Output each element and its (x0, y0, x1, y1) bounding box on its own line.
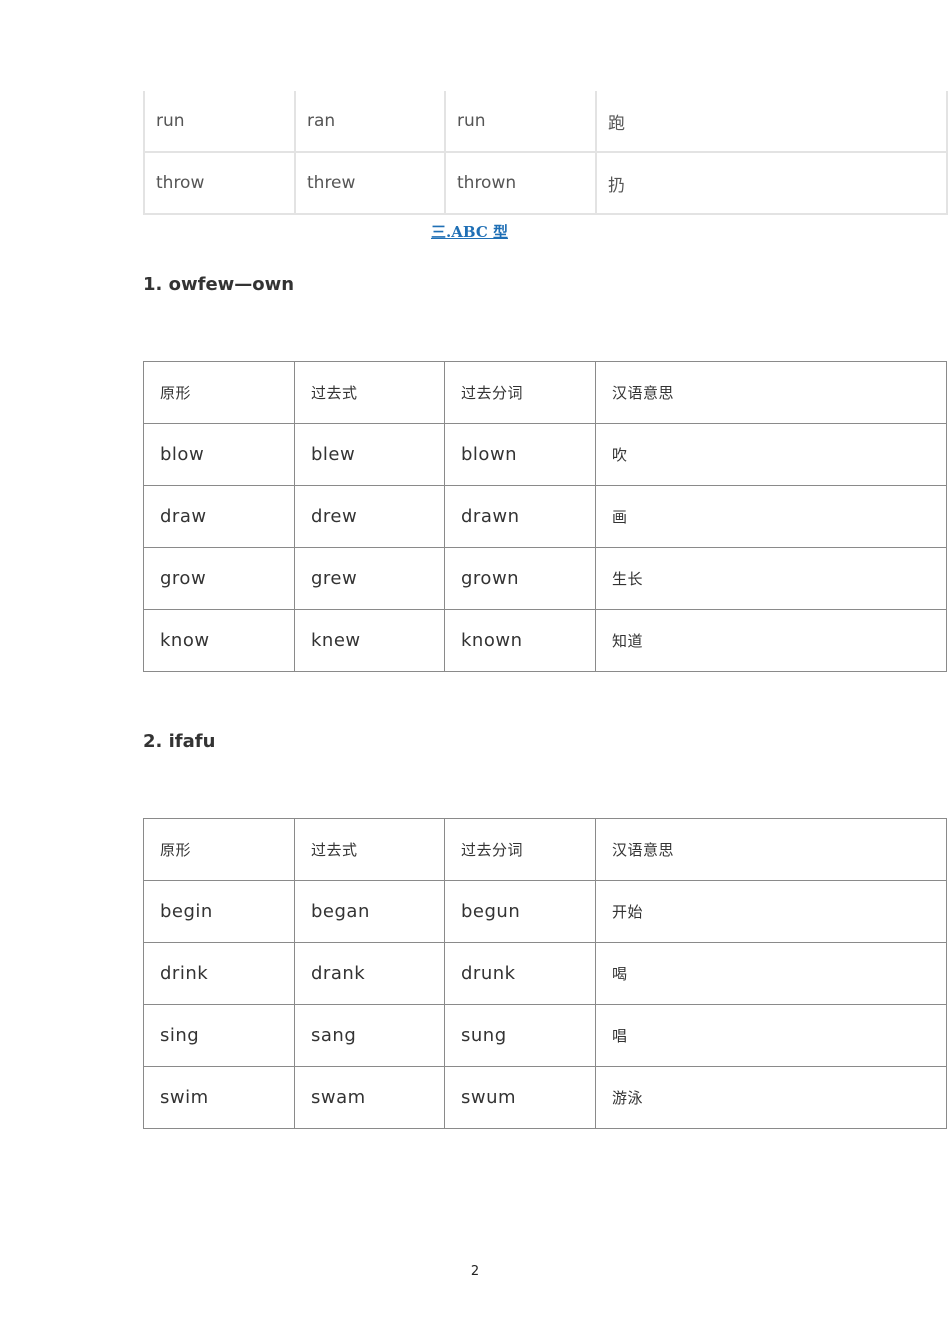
table-cell: 吹 (595, 423, 947, 486)
page-number: 2 (470, 1264, 480, 1279)
table-cell: drew (294, 485, 445, 548)
table-row: run ran run 跑 (143, 91, 948, 153)
table-row: draw drew drawn 画 (143, 485, 947, 548)
section-title: 三.ABC 型 (431, 223, 508, 241)
table-row: know knew known 知道 (143, 609, 947, 672)
verb-table-ow: 原形 过去式 过去分词 汉语意思 blow blew blown 吹 draw drew drawn… (143, 361, 947, 672)
table-cell: 喝 (595, 942, 947, 1005)
subsection-title-2: 2. ifafu (143, 731, 216, 752)
table-cell: threw (294, 151, 446, 215)
table-cell: sing (143, 1004, 295, 1067)
table-cell: grew (294, 547, 445, 610)
table-cell: 画 (595, 485, 947, 548)
verb-table-ifafu: 原形 过去式 过去分词 汉语意思 begin began begun 开始 drink drank… (143, 818, 947, 1129)
table-cell: swum (444, 1066, 596, 1129)
table-row: begin began begun 开始 (143, 880, 947, 943)
table-cell: draw (143, 485, 295, 548)
table-header-row: 原形 过去式 过去分词 汉语意思 (143, 361, 947, 424)
table-cell: ran (294, 91, 446, 153)
table-cell: 开始 (595, 880, 947, 943)
table-cell: began (294, 880, 445, 943)
table-row: swim swam swum 游泳 (143, 1066, 947, 1129)
table-cell: blew (294, 423, 445, 486)
table-cell: known (444, 609, 596, 672)
header-cell: 汉语意思 (595, 361, 947, 424)
table-cell: drank (294, 942, 445, 1005)
table-cell: 扔 (595, 151, 948, 215)
table-cell: 生长 (595, 547, 947, 610)
table-cell: sung (444, 1004, 596, 1067)
table-cell: sang (294, 1004, 445, 1067)
subsection-title-1: 1. owfew—own (143, 274, 295, 295)
table-row: drink drank drunk 喝 (143, 942, 947, 1005)
table-cell: 知道 (595, 609, 947, 672)
table-cell: swam (294, 1066, 445, 1129)
table-header-row: 原形 过去式 过去分词 汉语意思 (143, 818, 947, 881)
table-row: sing sang sung 唱 (143, 1004, 947, 1067)
table-cell: knew (294, 609, 445, 672)
table-cell: blow (143, 423, 295, 486)
table-cell: blown (444, 423, 596, 486)
table-row: throw threw thrown 扔 (143, 151, 948, 215)
table-cell: throw (143, 151, 296, 215)
table-cell: swim (143, 1066, 295, 1129)
header-cell: 过去式 (294, 361, 445, 424)
table-cell: 游泳 (595, 1066, 947, 1129)
header-cell: 原形 (143, 818, 295, 881)
header-cell: 过去式 (294, 818, 445, 881)
table-cell: drawn (444, 485, 596, 548)
table-cell: begin (143, 880, 295, 943)
table-cell: run (143, 91, 296, 153)
table-cell: grow (143, 547, 295, 610)
table-cell: run (444, 91, 597, 153)
table-cell: drink (143, 942, 295, 1005)
table-cell: 跑 (595, 91, 948, 153)
header-cell: 过去分词 (444, 818, 596, 881)
table-row: blow blew blown 吹 (143, 423, 947, 486)
table-cell: 唱 (595, 1004, 947, 1067)
header-cell: 过去分词 (444, 361, 596, 424)
header-cell: 原形 (143, 361, 295, 424)
table-cell: drunk (444, 942, 596, 1005)
table-row: grow grew grown 生长 (143, 547, 947, 610)
header-cell: 汉语意思 (595, 818, 947, 881)
table-cell: thrown (444, 151, 597, 215)
table-cell: begun (444, 880, 596, 943)
document-page: run ran run 跑 throw threw thrown 扔 三.ABC 型 1. o… (0, 0, 950, 1344)
verb-table-continued: run ran run 跑 throw threw thrown 扔 (143, 91, 948, 215)
table-cell: know (143, 609, 295, 672)
table-cell: grown (444, 547, 596, 610)
